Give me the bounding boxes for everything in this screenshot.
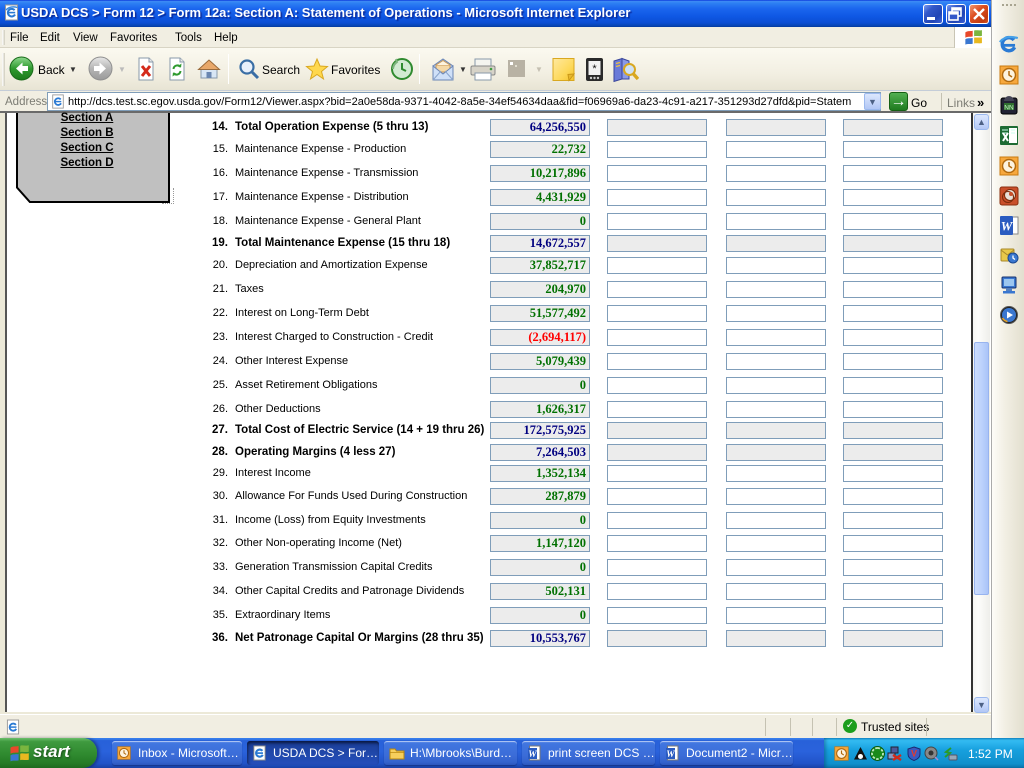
svg-text:NN: NN	[1004, 105, 1014, 112]
svg-text:W: W	[666, 750, 675, 760]
svg-text:V: V	[911, 749, 917, 759]
svg-text:*: *	[592, 63, 597, 75]
svg-text:W: W	[528, 750, 537, 760]
svg-text:W: W	[1001, 219, 1014, 234]
